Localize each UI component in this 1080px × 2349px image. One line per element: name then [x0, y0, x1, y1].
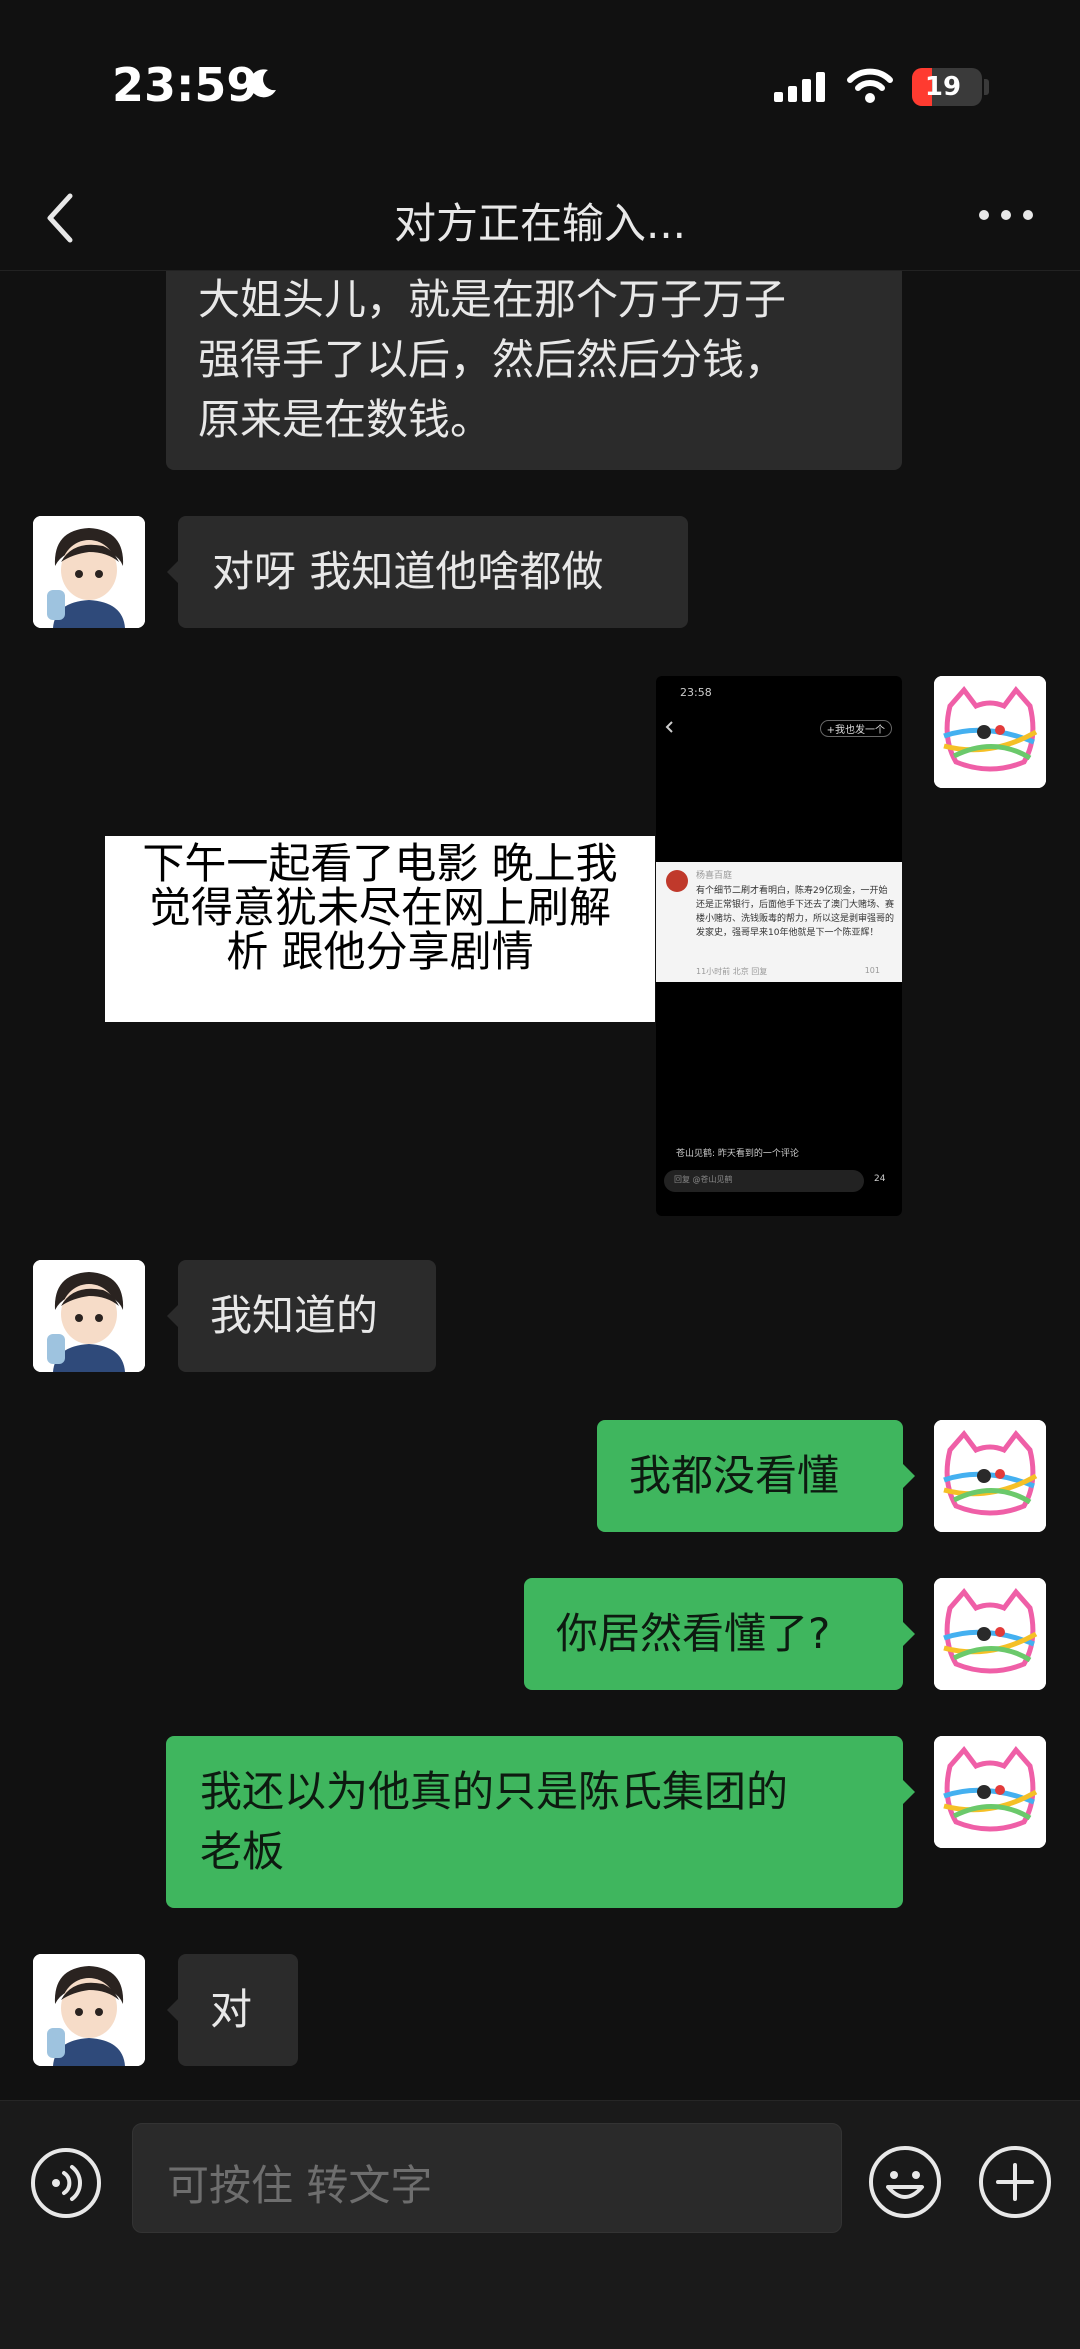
battery-indicator: 19: [912, 68, 982, 106]
message-text: 我还以为他真的只是陈氏集团的: [200, 1767, 789, 1816]
caption-text: 觉得意犹未尽在网上刷解: [148, 883, 611, 932]
chat-input-bar: 可按住 转文字: [0, 2100, 1080, 2349]
wifi-icon: [847, 68, 893, 103]
input-placeholder: 可按住 转文字: [167, 2161, 433, 2210]
message-text: 我都没看懂: [629, 1451, 840, 1500]
battery-level: 19: [924, 72, 962, 102]
chat-title: 对方正在输入...: [393, 199, 687, 248]
comment-meta: 11小时前 北京 回复: [696, 967, 768, 976]
battery-cap: [984, 79, 989, 95]
status-time: 23:59: [112, 58, 259, 112]
chat-messages[interactable]: 大姐头儿，就是在那个万子万子 强得手了以后，然后然后分钱， 原来是在数钱。 对呀…: [0, 270, 1080, 2100]
message-input[interactable]: 可按住 转文字: [132, 2123, 842, 2233]
cat-avatar-icon: [934, 1420, 1046, 1532]
message-bubble-incoming[interactable]: 对: [178, 1954, 298, 2066]
commenter-name: 杨喜百庭: [696, 871, 733, 881]
status-bar: 23:59 19: [0, 0, 1080, 170]
screenshot-comment-card: 杨喜百庭 有个细节二刷才看明白，陈寿29亿现金，一开始还是正常银行，后面他手下还…: [656, 862, 902, 982]
boy-avatar-icon: [33, 516, 145, 628]
comment-text: 有个细节二刷才看明白，陈寿29亿现金，一开始还是正常银行，后面他手下还去了澳门大…: [696, 886, 895, 938]
cat-avatar-icon: [934, 1736, 1046, 1848]
shared-screenshot[interactable]: 23:58 +我也发一个 杨喜百庭 有个细节二刷才看明白，陈寿29亿现金，一开始…: [656, 676, 902, 1216]
contact-avatar[interactable]: [33, 516, 145, 628]
voice-icon[interactable]: [30, 2147, 102, 2219]
message-bubble-incoming[interactable]: 对呀 我知道他啥都做: [178, 516, 688, 628]
my-avatar[interactable]: [934, 1736, 1046, 1848]
comment-likes: 101: [864, 966, 880, 975]
message-bubble-outgoing[interactable]: 你居然看懂了?: [524, 1578, 903, 1690]
contact-avatar[interactable]: [33, 1954, 145, 2066]
message-bubble-outgoing[interactable]: 我还以为他真的只是陈氏集团的 老板: [166, 1736, 903, 1908]
message-text: 对呀 我知道他啥都做: [212, 547, 604, 596]
cat-avatar-icon: [934, 1578, 1046, 1690]
commenter-avatar: [666, 870, 688, 892]
message-bubble-incoming[interactable]: 大姐头儿，就是在那个万子万子 强得手了以后，然后然后分钱， 原来是在数钱。: [166, 270, 902, 470]
chevron-left-icon: [665, 721, 673, 733]
screenshot-reply-input: 回复 @苍山见鹤: [664, 1170, 864, 1192]
message-text: 强得手了以后，然后然后分钱，: [198, 335, 787, 384]
message-bubble-outgoing[interactable]: 我都没看懂: [597, 1420, 903, 1532]
message-bubble-incoming[interactable]: 我知道的: [178, 1260, 436, 1372]
message-text: 大姐头儿，就是在那个万子万子: [198, 275, 787, 324]
boy-avatar-icon: [33, 1954, 145, 2066]
screenshot-likes: 24: [874, 1174, 886, 1184]
message-text: 你居然看懂了?: [556, 1609, 831, 1658]
caption-text: 析 跟他分享剧情: [226, 927, 534, 976]
signal-icon: [774, 72, 825, 102]
more-dots-icon[interactable]: [976, 200, 1036, 230]
emoji-icon[interactable]: [868, 2145, 942, 2219]
my-avatar[interactable]: [934, 1578, 1046, 1690]
screenshot-bottom-comment: 苍山见鹤: 昨天看到的一个评论: [676, 1149, 799, 1159]
boy-avatar-icon: [33, 1260, 145, 1372]
message-text: 原来是在数钱。: [198, 395, 493, 444]
cat-avatar-icon: [934, 676, 1046, 788]
message-text: 对: [210, 1985, 253, 2034]
moon-icon: [249, 69, 276, 98]
contact-avatar[interactable]: [33, 1260, 145, 1372]
shared-caption[interactable]: 下午一起看了电影 晚上我 觉得意犹未尽在网上刷解 析 跟他分享剧情: [105, 836, 655, 1022]
my-avatar[interactable]: [934, 1420, 1046, 1532]
screenshot-time: 23:58: [680, 686, 712, 699]
message-text: 我知道的: [210, 1291, 379, 1340]
plus-icon[interactable]: [978, 2145, 1052, 2219]
screenshot-post-button: +我也发一个: [819, 720, 892, 737]
message-text: 老板: [200, 1827, 285, 1876]
chat-header: 对方正在输入...: [0, 170, 1080, 271]
caption-text: 下午一起看了电影 晚上我: [142, 839, 618, 888]
my-avatar[interactable]: [934, 676, 1046, 788]
